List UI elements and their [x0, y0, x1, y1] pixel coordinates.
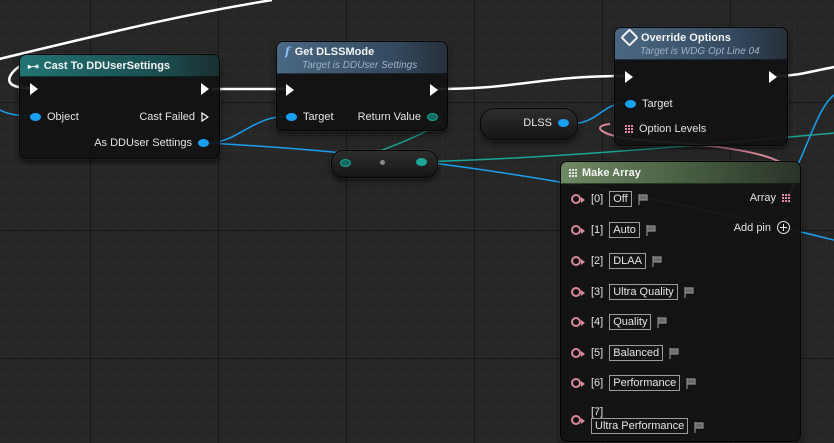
array-item-index: [1]	[591, 224, 604, 236]
override-options-header[interactable]: Override Options Target is WDG Opt Line …	[615, 28, 787, 60]
array-item-value[interactable]: DLAA	[609, 253, 646, 269]
get-dlss-mode-title: Get DLSSMode	[294, 45, 375, 58]
flag-icon	[638, 193, 648, 205]
array-item-row: [0] Off	[571, 191, 648, 207]
dlss-exec-in-pin[interactable]	[286, 84, 294, 96]
array-item-index: [2]	[591, 255, 604, 267]
exec-wire-dlss-to-override[interactable]	[436, 74, 625, 91]
cast-failed-exec-pin[interactable]	[201, 112, 209, 122]
array-item-pin[interactable]	[571, 194, 585, 204]
return-value-pin[interactable]	[427, 113, 438, 121]
array-item-row: [6] Performance	[571, 375, 696, 391]
array-item-pin[interactable]	[571, 348, 585, 358]
flag-icon	[686, 377, 696, 389]
dlss-variable-node[interactable]: DLSS	[480, 108, 578, 140]
reroute-dot-icon	[380, 160, 385, 165]
flag-icon	[646, 224, 656, 236]
array-item-row: [5] Balanced	[571, 345, 679, 361]
as-settings-label: As DDUser Settings	[94, 137, 192, 149]
cast-to-header[interactable]: ▸⇥ Cast To DDUserSettings	[20, 55, 219, 77]
array-item-value[interactable]: Ultra Performance	[591, 418, 689, 434]
array-item-index: [4]	[591, 316, 604, 328]
make-array-title: Make Array	[582, 167, 641, 179]
array-item-row: [1] Auto	[571, 222, 656, 238]
cast-to-node[interactable]: ▸⇥ Cast To DDUserSettings Object Cast Fa…	[19, 54, 220, 159]
array-item-pin[interactable]	[571, 287, 585, 297]
add-pin-plus-icon	[777, 221, 790, 234]
array-output-label: Array	[749, 192, 776, 204]
dlss-variable-pin[interactable]	[558, 119, 569, 127]
cast-to-title: Cast To DDUserSettings	[43, 60, 171, 72]
make-array-header[interactable]: Make Array	[561, 162, 800, 184]
flag-icon	[684, 286, 694, 298]
override-exec-in-pin[interactable]	[625, 71, 633, 83]
reroute-in-pin[interactable]	[340, 159, 351, 167]
array-item-value[interactable]: Quality	[609, 314, 652, 330]
array-item-pin[interactable]	[571, 378, 585, 388]
array-item-index: [5]	[591, 347, 604, 359]
dlss-exec-out-pin[interactable]	[430, 84, 438, 96]
array-item-value[interactable]: Auto	[609, 222, 640, 238]
array-item-value[interactable]: Performance	[609, 375, 681, 391]
function-icon: f	[285, 45, 290, 58]
cast-icon: ▸⇥	[28, 61, 39, 71]
flag-icon	[694, 421, 704, 433]
add-pin-label: Add pin	[733, 221, 771, 234]
array-item-row: [3] Ultra Quality	[571, 284, 694, 300]
reroute-node[interactable]	[331, 150, 438, 178]
dlss-target-pin[interactable]	[286, 113, 297, 121]
override-exec-out-pin[interactable]	[769, 71, 777, 83]
array-item-value[interactable]: Balanced	[609, 345, 664, 361]
array-item-row: [4] Quality	[571, 314, 668, 330]
array-icon	[569, 169, 577, 177]
override-icon	[620, 28, 639, 47]
array-item-pin[interactable]	[571, 415, 585, 425]
option-levels-label: Option Levels	[639, 123, 707, 135]
override-target-pin[interactable]	[625, 100, 636, 108]
option-levels-array-pin[interactable]	[625, 125, 633, 133]
reroute-out-pin[interactable]	[416, 158, 427, 166]
get-dlss-mode-subtitle: Target is DDUser Settings	[302, 60, 418, 71]
array-item-index: [7]	[591, 406, 604, 418]
exec-out-pin[interactable]	[201, 83, 209, 95]
return-value-label: Return Value	[357, 111, 421, 123]
get-dlss-mode-header[interactable]: f Get DLSSMode Target is DDUser Settings	[277, 42, 447, 74]
dlss-variable-label: DLSS	[523, 117, 552, 129]
exec-wire-incoming-top[interactable]	[0, 0, 273, 61]
array-item-value[interactable]: Ultra Quality	[609, 284, 678, 300]
array-item-row: [2] DLAA	[571, 253, 662, 269]
array-item-pin[interactable]	[571, 225, 585, 235]
array-item-pin[interactable]	[571, 317, 585, 327]
flag-icon	[657, 316, 668, 328]
flag-icon	[669, 347, 679, 359]
array-output-pin[interactable]	[782, 194, 790, 202]
as-settings-pin[interactable]	[198, 139, 209, 147]
array-item-index: [3]	[591, 286, 604, 298]
exec-in-pin[interactable]	[30, 83, 38, 95]
override-target-label: Target	[642, 98, 673, 110]
override-options-title: Override Options	[641, 31, 731, 44]
make-array-node[interactable]: Make Array Array Add pin [0] Off [1] Aut…	[560, 161, 801, 442]
cast-failed-label: Cast Failed	[139, 111, 195, 123]
array-item-index: [0]	[591, 193, 604, 205]
add-pin-button[interactable]: Add pin	[734, 221, 790, 234]
array-item-value[interactable]: Off	[609, 191, 632, 207]
get-dlss-mode-node[interactable]: f Get DLSSMode Target is DDUser Settings…	[276, 41, 448, 131]
object-pin[interactable]	[30, 113, 41, 121]
override-options-subtitle: Target is WDG Opt Line 04	[640, 46, 760, 57]
flag-icon	[652, 255, 662, 267]
array-item-index: [6]	[591, 377, 604, 389]
dlss-target-label: Target	[303, 111, 334, 123]
override-options-node[interactable]: Override Options Target is WDG Opt Line …	[614, 27, 788, 146]
object-label: Object	[47, 111, 79, 123]
array-item-row: [7] Ultra Performance	[571, 406, 704, 434]
array-item-pin[interactable]	[571, 256, 585, 266]
